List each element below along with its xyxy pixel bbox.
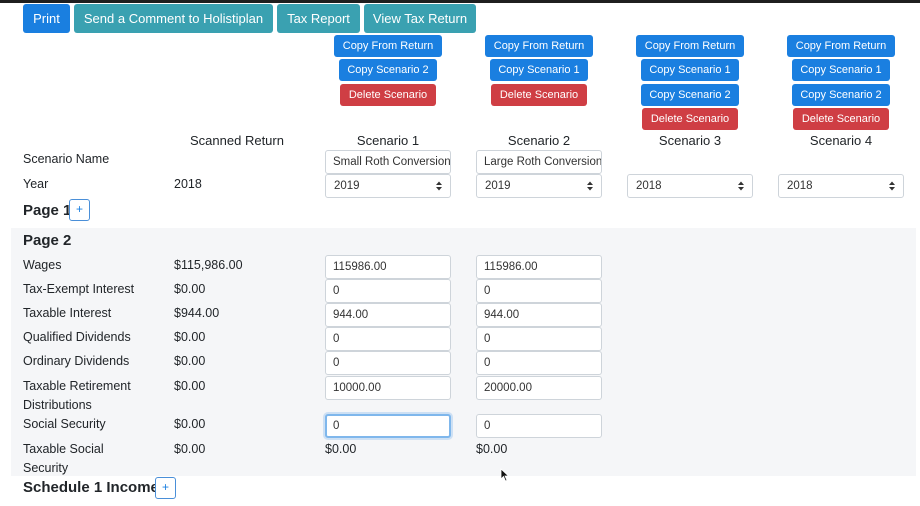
qualified-dividends-scanned-value: $0.00: [174, 330, 206, 344]
view-tax-return-button[interactable]: View Tax Return: [364, 4, 476, 33]
column-header-scenario-3: Scenario 3: [658, 133, 722, 148]
social-security-scanned-value: $0.00: [174, 417, 206, 431]
scenario-2-name-input[interactable]: Large Roth Conversion: [476, 150, 602, 174]
wages-label: Wages: [23, 258, 62, 272]
column-header-scenario-2: Scenario 2: [507, 133, 571, 148]
tax-report-button[interactable]: Tax Report: [277, 4, 360, 33]
taxable-interest-scenario-2-input[interactable]: 944.00: [476, 303, 602, 327]
taxable-retirement-scanned-value: $0.00: [174, 379, 206, 393]
scenario-name-label: Scenario Name: [23, 152, 110, 166]
social-security-label: Social Security: [23, 417, 106, 431]
page-1-expand-button[interactable]: +: [69, 199, 90, 221]
s1-copy-from-return-button[interactable]: Copy From Return: [334, 35, 442, 57]
ordinary-dividends-scanned-value: $0.00: [174, 354, 206, 368]
column-header-scenario-1: Scenario 1: [356, 133, 420, 148]
print-button[interactable]: Print: [23, 4, 70, 33]
ordinary-dividends-scenario-2-input[interactable]: 0: [476, 351, 602, 375]
select-arrows-icon: [586, 175, 594, 206]
send-comment-button[interactable]: Send a Comment to Holistiplan: [74, 4, 273, 33]
taxable-interest-scanned-value: $944.00: [174, 306, 220, 320]
page-2-heading: Page 2: [23, 232, 72, 249]
s4-copy-scenario-1-button[interactable]: Copy Scenario 1: [792, 59, 890, 81]
scenario-4-year-value: 2018: [787, 180, 813, 192]
mouse-pointer-icon: [500, 468, 510, 482]
social-security-scenario-1-input[interactable]: 0: [325, 414, 451, 438]
taxable-social-security-label-line-2: Security: [23, 461, 69, 475]
schedule-1-income-heading: Schedule 1 Income: [23, 479, 159, 496]
ordinary-dividends-scenario-1-input[interactable]: 0: [325, 351, 451, 375]
s4-copy-from-return-button[interactable]: Copy From Return: [787, 35, 895, 57]
wages-scenario-1-input[interactable]: 115986.00: [325, 255, 451, 279]
scenario-3-year-select[interactable]: 2018: [627, 174, 753, 198]
column-header-scenario-4: Scenario 4: [809, 133, 873, 148]
s3-delete-scenario-button[interactable]: Delete Scenario: [642, 108, 738, 130]
select-arrows-icon: [888, 175, 896, 206]
s1-copy-scenario-2-button[interactable]: Copy Scenario 2: [339, 59, 437, 81]
column-header-scanned-return: Scanned Return: [190, 133, 284, 148]
s1-delete-scenario-button[interactable]: Delete Scenario: [340, 84, 436, 106]
scenario-1-name-input[interactable]: Small Roth Conversion: [325, 150, 451, 174]
taxable-social-security-label-line-1: Taxable Social: [23, 442, 104, 456]
tax-exempt-interest-label: Tax-Exempt Interest: [23, 282, 135, 296]
s3-copy-scenario-1-button[interactable]: Copy Scenario 1: [641, 59, 739, 81]
taxable-social-security-scanned-value: $0.00: [174, 442, 206, 456]
plus-icon: +: [75, 202, 83, 216]
plus-icon: +: [161, 480, 169, 494]
select-arrows-icon: [435, 175, 443, 206]
scenario-1-year-select[interactable]: 2019: [325, 174, 451, 198]
s4-delete-scenario-button[interactable]: Delete Scenario: [793, 108, 889, 130]
page-1-heading: Page 1: [23, 202, 72, 219]
wages-scenario-2-input[interactable]: 115986.00: [476, 255, 602, 279]
taxable-social-security-scenario-2-value: $0.00: [476, 442, 508, 456]
scenario-2-year-value: 2019: [485, 180, 511, 192]
s2-copy-scenario-1-button[interactable]: Copy Scenario 1: [490, 59, 588, 81]
social-security-scenario-2-input[interactable]: 0: [476, 414, 602, 438]
taxable-retirement-scenario-1-input[interactable]: 10000.00: [325, 376, 451, 400]
tax-exempt-interest-scenario-2-input[interactable]: 0: [476, 279, 602, 303]
taxable-retirement-label-line-1: Taxable Retirement: [23, 379, 131, 393]
taxable-interest-label: Taxable Interest: [23, 306, 112, 320]
wages-scanned-value: $115,986.00: [174, 258, 243, 272]
scenario-3-year-value: 2018: [636, 180, 662, 192]
year-label: Year: [23, 177, 49, 191]
scenario-2-year-select[interactable]: 2019: [476, 174, 602, 198]
page-2-section: [11, 228, 916, 476]
scenario-1-year-value: 2019: [334, 180, 360, 192]
taxable-retirement-scenario-2-input[interactable]: 20000.00: [476, 376, 602, 400]
taxable-retirement-label-line-2: Distributions: [23, 398, 92, 412]
schedule-1-expand-button[interactable]: +: [155, 477, 176, 499]
window-top-border: [0, 0, 920, 3]
qualified-dividends-label: Qualified Dividends: [23, 330, 131, 344]
scenario-4-year-select[interactable]: 2018: [778, 174, 904, 198]
select-arrows-icon: [737, 175, 745, 206]
qualified-dividends-scenario-2-input[interactable]: 0: [476, 327, 602, 351]
tax-exempt-interest-scanned-value: $0.00: [174, 282, 206, 296]
qualified-dividends-scenario-1-input[interactable]: 0: [325, 327, 451, 351]
s3-copy-from-return-button[interactable]: Copy From Return: [636, 35, 744, 57]
s4-copy-scenario-2-button[interactable]: Copy Scenario 2: [792, 84, 890, 106]
s3-copy-scenario-2-button[interactable]: Copy Scenario 2: [641, 84, 739, 106]
s2-delete-scenario-button[interactable]: Delete Scenario: [491, 84, 587, 106]
tax-exempt-interest-scenario-1-input[interactable]: 0: [325, 279, 451, 303]
taxable-interest-scenario-1-input[interactable]: 944.00: [325, 303, 451, 327]
s2-copy-from-return-button[interactable]: Copy From Return: [485, 35, 593, 57]
taxable-social-security-scenario-1-value: $0.00: [325, 442, 357, 456]
scanned-year-value: 2018: [174, 177, 202, 191]
ordinary-dividends-label: Ordinary Dividends: [23, 354, 130, 368]
